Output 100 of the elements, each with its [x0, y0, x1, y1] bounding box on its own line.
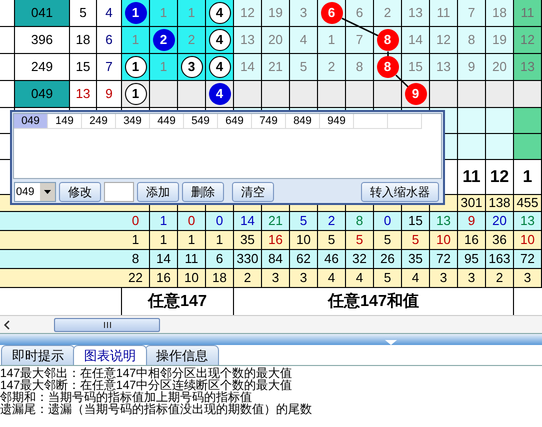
- scrollbar-thumb[interactable]: [54, 318, 160, 332]
- table-cell: 4: [318, 269, 346, 288]
- table-cell: 15: [70, 54, 97, 81]
- description-line: 147最大邻出：在任意147中相邻分区出现个数的最大值: [0, 367, 294, 379]
- number-item[interactable]: 849: [286, 114, 320, 129]
- table-cell: 3: [290, 0, 318, 27]
- table-cell: 19: [486, 27, 514, 54]
- number-item[interactable]: 749: [252, 114, 286, 129]
- table-cell: 455: [514, 195, 542, 212]
- table-cell: [486, 108, 514, 134]
- table-cell: 11: [430, 0, 458, 27]
- number-item[interactable]: 549: [184, 114, 218, 129]
- tab[interactable]: 图表说明: [73, 345, 147, 365]
- clear-button[interactable]: 清空: [232, 182, 274, 202]
- table-cell: 1: [206, 231, 234, 250]
- table-cell: 36: [486, 231, 514, 250]
- table-cell: 15: [402, 212, 430, 231]
- table-cell: 6: [206, 250, 234, 269]
- table-cell: [458, 108, 486, 134]
- table-cell: 12: [430, 27, 458, 54]
- table-cell: 5: [290, 54, 318, 81]
- table-cell: 13: [514, 54, 542, 81]
- table-cell: 16: [262, 231, 290, 250]
- table-cell: 9: [97, 81, 122, 108]
- collapse-arrow-icon[interactable]: [385, 340, 397, 345]
- table-cell: 1: [150, 0, 178, 27]
- table-cell: 2: [318, 54, 346, 81]
- table-cell: 5: [318, 231, 346, 250]
- column-number: 12: [486, 160, 514, 195]
- table-cell: 20: [486, 212, 514, 231]
- table-cell: 18: [70, 27, 97, 54]
- table-cell: 2: [318, 212, 346, 231]
- number-item[interactable]: 349: [116, 114, 150, 129]
- number-item[interactable]: 249: [82, 114, 116, 129]
- number-combo-box[interactable]: 049: [14, 182, 56, 202]
- table-cell: 163: [486, 250, 514, 269]
- table-cell: 46: [318, 250, 346, 269]
- horizontal-scrollbar[interactable]: [0, 315, 542, 333]
- column-number: 11: [458, 160, 486, 195]
- number-input-field[interactable]: [104, 182, 134, 202]
- issue-number: 249: [15, 54, 70, 81]
- number-item[interactable]: 049: [14, 114, 48, 129]
- convert-button[interactable]: 转入缩水器: [361, 182, 439, 202]
- dropdown-button[interactable]: [40, 183, 55, 201]
- issue-number: 041: [15, 0, 70, 27]
- delete-button[interactable]: 删除: [182, 182, 224, 202]
- table-cell: 13: [70, 81, 97, 108]
- table-cell: 10: [514, 231, 542, 250]
- table-cell: 7: [346, 27, 374, 54]
- table-cell: 4: [290, 27, 318, 54]
- table-cell: 12: [514, 27, 542, 54]
- table-cell: 11: [178, 250, 206, 269]
- tab[interactable]: 即时提示: [1, 345, 75, 365]
- table-cell: 138: [486, 195, 514, 212]
- table-cell: [0, 0, 15, 27]
- table-cell: 5: [70, 0, 97, 27]
- table-cell: 0: [206, 212, 234, 231]
- table-cell: 2: [486, 269, 514, 288]
- add-button[interactable]: 添加: [137, 182, 179, 202]
- number-item[interactable]: 149: [48, 114, 82, 129]
- issue-number: 396: [15, 27, 70, 54]
- table-cell: 5: [374, 231, 402, 250]
- table-cell: 35: [234, 231, 262, 250]
- number-item[interactable]: 649: [218, 114, 252, 129]
- edit-button[interactable]: 修改: [59, 182, 101, 202]
- table-cell: 10: [290, 231, 318, 250]
- list-cell: [354, 114, 388, 129]
- tab[interactable]: 操作信息: [145, 345, 219, 365]
- column-number: 1: [514, 160, 542, 195]
- table-cell: [0, 54, 15, 81]
- table-cell: 5: [346, 231, 374, 250]
- table-cell: 8: [458, 27, 486, 54]
- table-cell: 9: [458, 212, 486, 231]
- table-cell: 21: [262, 212, 290, 231]
- table-cell: [486, 134, 514, 160]
- table-cell: 13: [402, 0, 430, 27]
- table-cell: 13: [234, 27, 262, 54]
- table-cell: 2: [234, 269, 262, 288]
- table-cell: 1: [178, 0, 206, 27]
- number-item[interactable]: 949: [320, 114, 354, 129]
- table-cell: 72: [514, 250, 542, 269]
- table-cell: 13: [430, 212, 458, 231]
- table-cell: 18: [486, 0, 514, 27]
- table-cell: 95: [458, 250, 486, 269]
- table-cell: 3: [430, 269, 458, 288]
- table-cell: 13: [514, 212, 542, 231]
- table-cell: 12: [234, 0, 262, 27]
- table-cell: 21: [262, 54, 290, 81]
- table-cell: 20: [262, 27, 290, 54]
- table-cell: 3: [290, 269, 318, 288]
- number-item[interactable]: 449: [150, 114, 184, 129]
- description-line: 147最大邻断：在任意147中分区连续断区个数的最大值: [0, 379, 294, 391]
- table-cell: 2: [374, 0, 402, 27]
- table-cell: 3: [458, 269, 486, 288]
- description-line: 邻期和：当期号码的指标值加上期号码的指标值: [0, 391, 252, 403]
- table-cell: 14: [402, 27, 430, 54]
- scroll-left-icon[interactable]: [3, 320, 11, 330]
- table-cell: 32: [346, 250, 374, 269]
- table-cell: 22: [122, 269, 150, 288]
- table-cell: 0: [122, 212, 150, 231]
